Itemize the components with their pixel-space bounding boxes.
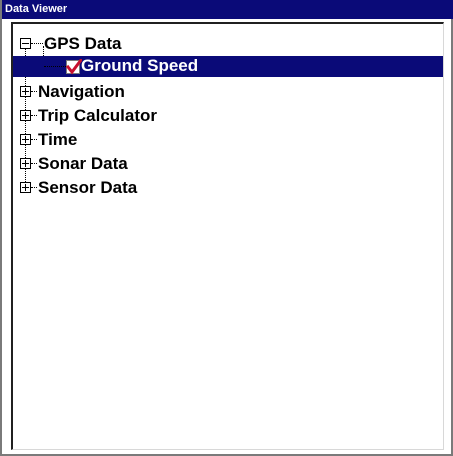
tree-item-sonar-data[interactable]: Sonar Data xyxy=(13,152,443,176)
tree-item-label: GPS Data xyxy=(44,34,122,53)
tree-item-gps-data[interactable]: GPS Data xyxy=(13,32,443,56)
tree-item-label: Sensor Data xyxy=(38,178,138,197)
tree-connector-line xyxy=(31,91,37,92)
expand-icon[interactable] xyxy=(20,86,31,97)
checkmark-icon xyxy=(66,59,82,75)
tree-item-label: Navigation xyxy=(38,82,125,101)
tree-item-label: Trip Calculator xyxy=(38,106,158,125)
expand-icon[interactable] xyxy=(20,158,31,169)
tree-item-navigation[interactable]: Navigation xyxy=(13,80,443,104)
checkbox[interactable] xyxy=(66,59,82,75)
tree-view[interactable]: GPS Data Ground Speed Navigation Trip Ca… xyxy=(11,22,444,450)
expand-icon[interactable] xyxy=(20,110,31,121)
data-viewer-window: Data Viewer GPS Data Ground Speed Naviga… xyxy=(0,0,453,456)
window-title: Data Viewer xyxy=(2,0,453,19)
tree-item-label: Time xyxy=(38,130,78,149)
tree-connector-line xyxy=(31,163,37,164)
tree-item-time[interactable]: Time xyxy=(13,128,443,152)
tree-item-sensor-data[interactable]: Sensor Data xyxy=(13,176,443,200)
expand-icon[interactable] xyxy=(20,134,31,145)
tree-connector-line xyxy=(31,139,37,140)
tree-item-label: Ground Speed xyxy=(81,56,199,75)
collapse-icon[interactable] xyxy=(20,38,31,49)
tree-connector-line xyxy=(31,43,43,44)
tree-item-trip-calculator[interactable]: Trip Calculator xyxy=(13,104,443,128)
tree-connector-line xyxy=(44,66,66,67)
tree-item-ground-speed[interactable]: Ground Speed xyxy=(13,56,443,80)
tree-connector-line xyxy=(31,115,37,116)
tree-connector-line xyxy=(31,187,37,188)
tree-item-label: Sonar Data xyxy=(38,154,128,173)
expand-icon[interactable] xyxy=(20,182,31,193)
